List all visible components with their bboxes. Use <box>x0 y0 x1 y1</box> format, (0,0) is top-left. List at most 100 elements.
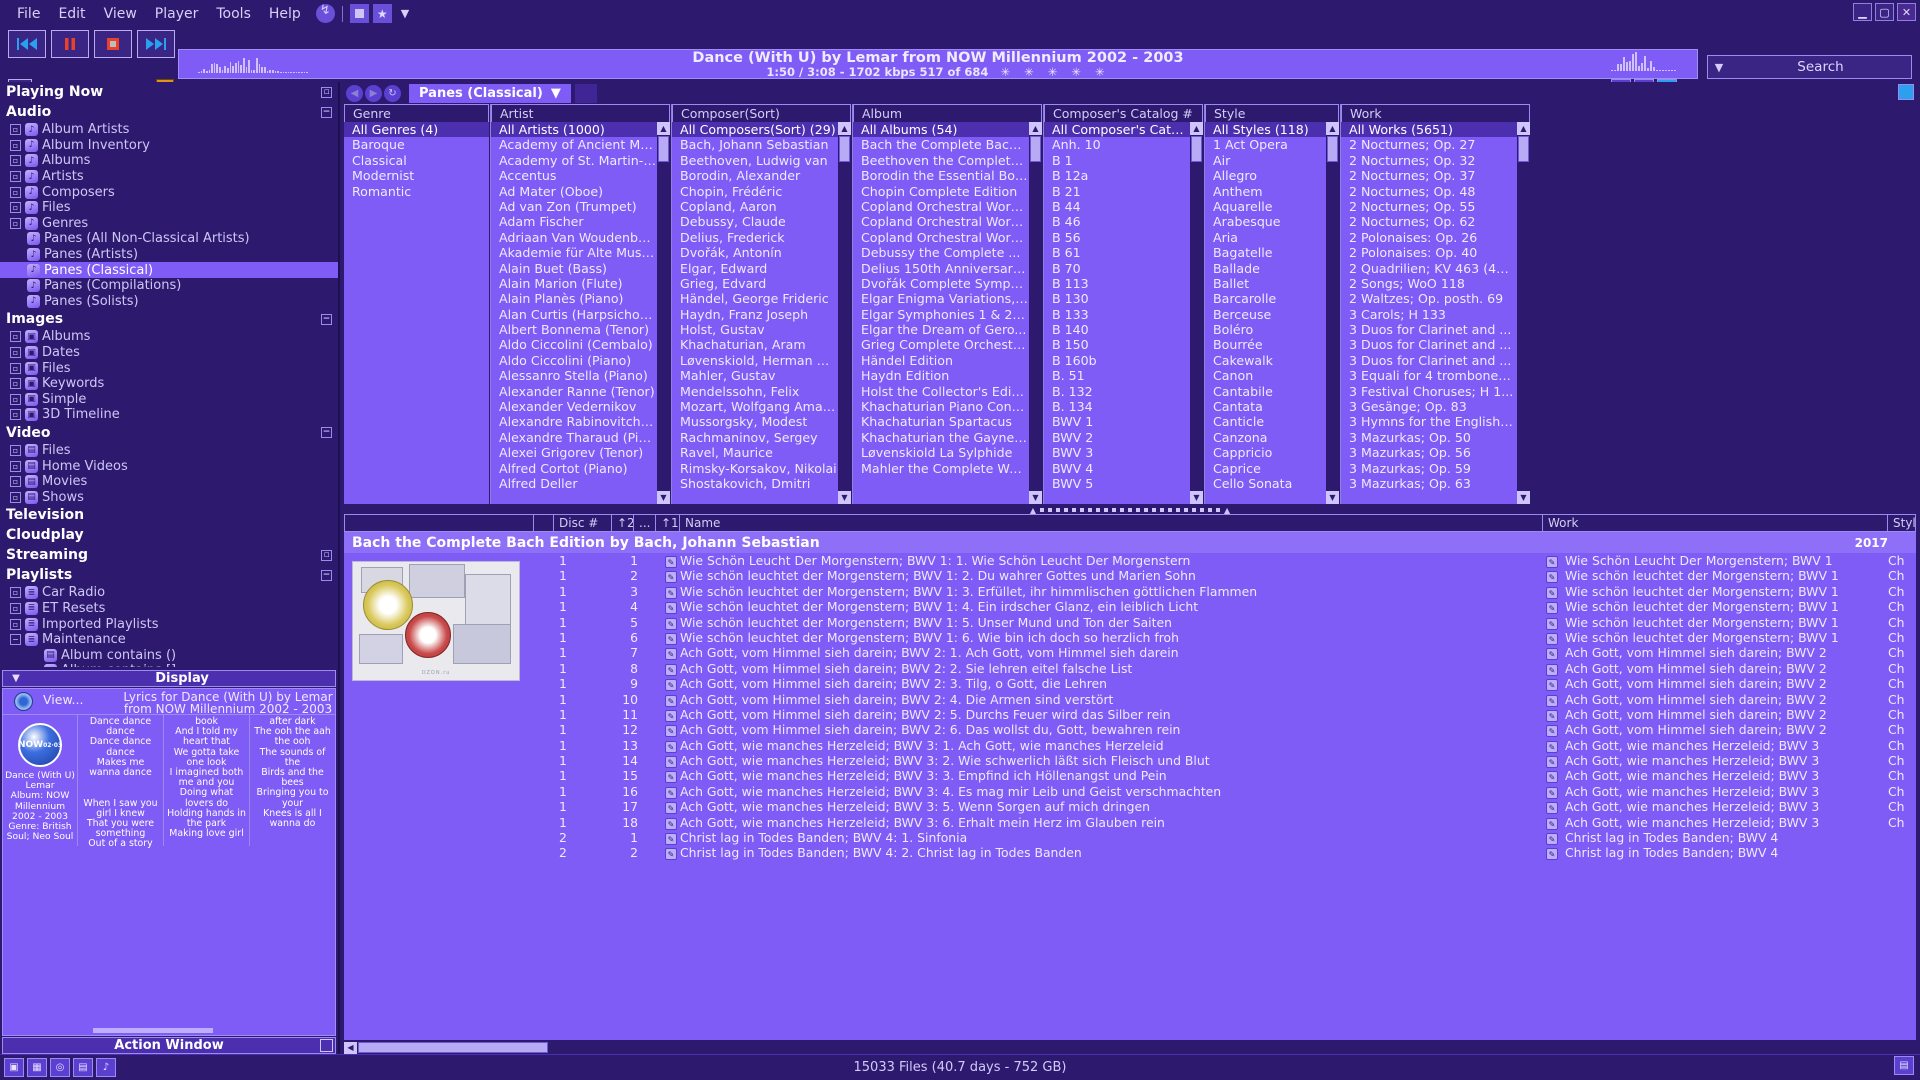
edit-pencil-icon[interactable]: ✎ <box>662 584 680 599</box>
globe-icon[interactable]: ◎ <box>50 1058 70 1077</box>
splitter-grip[interactable] <box>1040 508 1220 512</box>
table-row[interactable]: 1 1 ✎ Wie Schön Leucht Der Morgenstern; BWV… <box>534 553 1916 568</box>
pane-item[interactable]: Shostakovich, Dmitri <box>672 476 851 491</box>
maximize-button[interactable]: ▢ <box>1875 3 1894 21</box>
section-collapse-icon[interactable]: − <box>321 313 332 325</box>
scroll-thumb[interactable] <box>839 136 850 162</box>
table-row[interactable]: 1 9 ✎ Ach Gott, vom Himmel sieh darein; BWV… <box>534 676 1916 692</box>
view-tab-empty[interactable] <box>574 83 597 103</box>
col-name[interactable]: Name <box>680 514 1543 532</box>
pane-list[interactable]: All Albums (54) Bach the Complete Bach...… <box>853 122 1042 504</box>
table-row[interactable]: 1 5 ✎ Wie schön leuchtet der Morgenstern; B… <box>534 615 1916 630</box>
pane-item[interactable]: Alexander Ranne (Tenor) <box>491 384 670 399</box>
pane-item[interactable]: 3 Mazurkas; Op. 59 <box>1341 461 1530 476</box>
expand-icon[interactable]: ▫ <box>10 378 21 390</box>
table-row[interactable]: 1 11 ✎ Ach Gott, vom Himmel sieh darein; BW… <box>534 707 1916 722</box>
edit-pencil-icon[interactable]: ✎ <box>1543 830 1561 846</box>
pane-header[interactable]: Composer(Sort) <box>672 104 851 122</box>
sidebar-item-dates[interactable]: ▫ ▣ Dates <box>0 345 338 361</box>
pane-item[interactable]: Academy of St. Martin-I... <box>491 153 670 168</box>
col-style[interactable]: Style <box>1888 514 1916 532</box>
scroll-thumb[interactable] <box>1327 136 1338 162</box>
pane-item[interactable]: Ad van Zon (Trumpet) <box>491 199 670 214</box>
sidebar-section-playing-now[interactable]: Playing Now ▫ <box>0 82 338 102</box>
pane-item[interactable]: Chopin, Frédéric <box>672 184 851 199</box>
scroll-down-icon[interactable]: ▼ <box>657 491 670 504</box>
link-icon[interactable] <box>315 3 335 23</box>
pane-item[interactable]: Mendelssohn, Felix <box>672 384 851 399</box>
pane-item[interactable]: 2 Nocturnes; Op. 55 <box>1341 199 1530 214</box>
edit-pencil-icon[interactable]: ✎ <box>662 845 680 861</box>
table-row[interactable]: 1 13 ✎ Ach Gott, wie manches Herzeleid; BWV… <box>534 738 1916 753</box>
pane-item[interactable]: Cantabile <box>1205 384 1339 399</box>
edit-pencil-icon[interactable]: ✎ <box>662 784 680 799</box>
expand-icon[interactable]: ▫ <box>10 347 21 359</box>
expand-icon[interactable]: ▫ <box>10 171 21 183</box>
pane-item[interactable]: Elgar, Edward <box>672 261 851 276</box>
pane-item[interactable]: 2 Polonaises: Op. 26 <box>1341 230 1530 245</box>
rating-stars[interactable]: ✳ ✳ ✳ ✳ ✳ <box>1000 65 1109 79</box>
scroll-up-icon[interactable]: ▲ <box>1029 122 1042 135</box>
pane-all-row[interactable]: All Genres (4) <box>344 122 489 138</box>
pane-item[interactable]: B 56 <box>1044 230 1203 245</box>
pane-item[interactable]: Ballade <box>1205 261 1339 276</box>
pane-item[interactable]: 2 Waltzes; Op. posth. 69 <box>1341 291 1530 306</box>
scroll-thumb[interactable] <box>1518 136 1529 162</box>
pane-item[interactable]: Alain Planès (Piano) <box>491 291 670 306</box>
edit-pencil-icon[interactable]: ✎ <box>1543 722 1561 738</box>
pane-item[interactable]: Cakewalk <box>1205 353 1339 368</box>
pane-item[interactable]: Haydn Edition <box>853 368 1042 383</box>
track-list-hscrollbar[interactable]: ◀ <box>344 1041 1916 1054</box>
view-link[interactable]: View... <box>43 689 121 707</box>
scroll-thumb[interactable] <box>658 136 669 162</box>
edit-pencil-icon[interactable]: ✎ <box>1543 815 1561 830</box>
album-group-header[interactable]: Bach the Complete Bach Edition by Bach, … <box>344 532 1916 553</box>
display-panel-header[interactable]: ▼ Display <box>2 670 336 687</box>
scroll-down-icon[interactable]: ▼ <box>838 491 851 504</box>
pane-item[interactable]: B 130 <box>1044 291 1203 306</box>
pane-item[interactable]: Aldo Ciccolini (Cembalo) <box>491 337 670 352</box>
pane-item[interactable]: Khachaturian Spartacus <box>853 414 1042 429</box>
pane-item[interactable]: B 44 <box>1044 199 1203 214</box>
pane-item[interactable]: Accentus <box>491 168 670 183</box>
maximize-view-icon[interactable] <box>1898 84 1914 100</box>
pane-item[interactable]: Adam Fischer <box>491 214 670 229</box>
table-row[interactable]: 2 2 ✎ Christ lag in Todes Banden; BWV 4: 2.… <box>534 845 1916 861</box>
edit-pencil-icon[interactable]: ✎ <box>1543 768 1561 784</box>
table-row[interactable]: 1 8 ✎ Ach Gott, vom Himmel sieh darein; BWV… <box>534 661 1916 676</box>
pane-item[interactable]: B 21 <box>1044 184 1203 199</box>
pane-item[interactable]: Delius, Frederick <box>672 230 851 245</box>
sidebar-item-album-artists[interactable]: ▫ ♪ Album Artists <box>0 122 338 138</box>
back-icon[interactable]: ◀ <box>346 84 363 102</box>
pane-item[interactable]: Classical <box>344 153 489 168</box>
sidebar-item-shows[interactable]: ▫ ▤ Shows <box>0 489 338 505</box>
pane-composer-sort[interactable]: Composer(Sort) All Composers(Sort) (29) Ba… <box>671 104 851 504</box>
pane-item[interactable]: BWV 2 <box>1044 430 1203 445</box>
sidebar-item-panes-compilations[interactable]: ♪ Panes (Compilations) <box>0 278 338 294</box>
pane-list[interactable]: All Styles (118) 1 Act Opera Air Allegro Ant… <box>1205 122 1339 504</box>
pane-item[interactable]: Alain Buet (Bass) <box>491 261 670 276</box>
pane-header[interactable]: Artist <box>491 104 670 122</box>
table-row[interactable]: 2 1 ✎ Christ lag in Todes Banden; BWV 4: 1.… <box>534 830 1916 846</box>
pane-item[interactable]: 2 Nocturnes; Op. 62 <box>1341 214 1530 229</box>
edit-pencil-icon[interactable]: ✎ <box>1543 630 1561 645</box>
pane-item[interactable]: Academy of Ancient Music <box>491 137 670 152</box>
section-collapse-icon[interactable]: − <box>321 569 332 581</box>
pane-item[interactable]: Elgar Symphonies 1 & 2,... <box>853 307 1042 322</box>
section-collapse-icon[interactable]: ▫ <box>321 549 332 561</box>
edit-pencil-icon[interactable]: ✎ <box>662 615 680 630</box>
pane-item[interactable]: Alfred Cortot (Piano) <box>491 461 670 476</box>
pane-item[interactable]: Ballet <box>1205 276 1339 291</box>
edit-pencil-icon[interactable]: ✎ <box>662 753 680 769</box>
expand-icon[interactable]: ▫ <box>10 618 21 630</box>
pane-header[interactable]: Work <box>1341 104 1530 122</box>
pane-item[interactable]: B. 132 <box>1044 384 1203 399</box>
pane-item[interactable]: Alexandre Rabinovitch (... <box>491 414 670 429</box>
pane-item[interactable]: Khachaturian Piano Conc... <box>853 399 1042 414</box>
pane-item[interactable]: Albert Bonnema (Tenor) <box>491 322 670 337</box>
pane-item[interactable]: Canzona <box>1205 430 1339 445</box>
sidebar-item-album-contains[interactable]: ▤ Album contains [] <box>0 663 338 667</box>
sidebar-item-files[interactable]: ▫ ▣ Files <box>0 360 338 376</box>
chevron-down-icon[interactable]: ▼ <box>401 7 409 20</box>
scroll-up-icon[interactable]: ▲ <box>1326 122 1339 135</box>
